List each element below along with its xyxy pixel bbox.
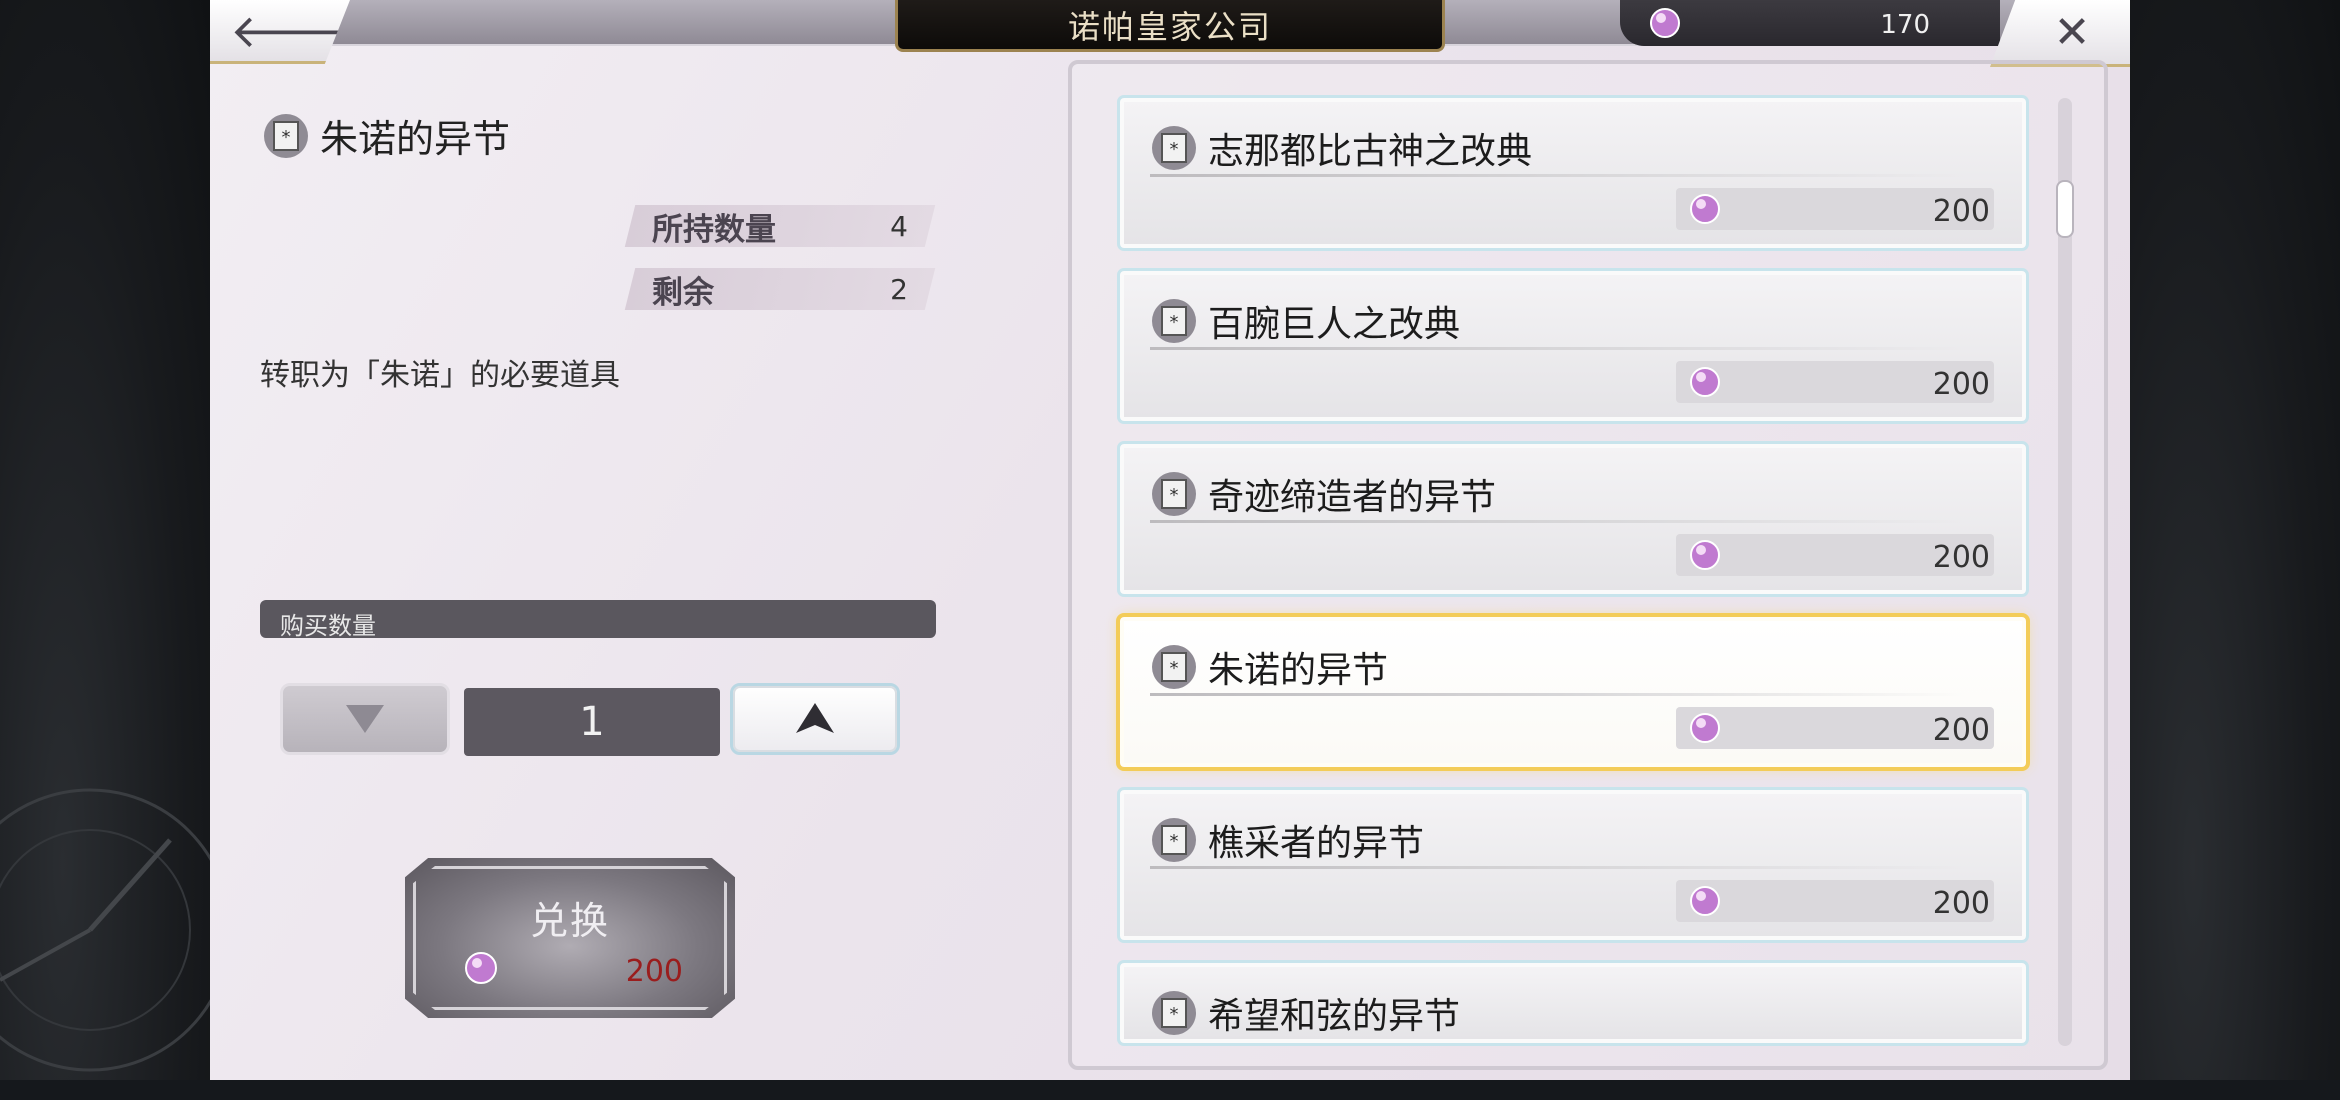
item-price: 200 bbox=[1676, 880, 1994, 922]
list-item-selected[interactable]: * 朱诺的异节 200 bbox=[1116, 613, 2030, 771]
svg-text:*: * bbox=[1170, 485, 1179, 506]
background-right bbox=[2130, 0, 2340, 1080]
item-price-value: 200 bbox=[1932, 367, 1990, 402]
list-item[interactable]: * 奇迹缔造者的异节 200 bbox=[1117, 441, 2029, 597]
item-price: 200 bbox=[1676, 361, 1994, 403]
back-arrow-icon: 🡐 bbox=[230, 3, 354, 58]
gem-icon bbox=[1690, 194, 1720, 224]
divider bbox=[1150, 520, 1966, 523]
item-price: 200 bbox=[1676, 188, 1994, 230]
item-price-value: 200 bbox=[1932, 194, 1990, 229]
item-name: 希望和弦的异节 bbox=[1208, 996, 1461, 1037]
book-icon: * bbox=[264, 113, 308, 158]
exchange-button[interactable]: 兑换 200 bbox=[405, 858, 735, 1018]
chevron-down-icon bbox=[346, 705, 384, 733]
detail-header: * 朱诺的异节 bbox=[262, 108, 510, 163]
list-item[interactable]: * 希望和弦的异节 bbox=[1117, 960, 2029, 1046]
svg-text:*: * bbox=[1170, 658, 1179, 679]
owned-value: 4 bbox=[890, 209, 908, 243]
currency-display: 170 bbox=[1620, 0, 2000, 46]
item-name: 樵采者的异节 bbox=[1208, 823, 1425, 864]
item-name: 志那都比古神之改典 bbox=[1208, 131, 1533, 172]
gem-icon bbox=[1690, 713, 1720, 743]
book-icon: * bbox=[1152, 299, 1196, 343]
divider bbox=[1150, 174, 1966, 177]
owned-stat: 所持数量 4 bbox=[624, 205, 936, 248]
exchange-label: 兑换 bbox=[529, 899, 610, 943]
shop-panel: 🡐 诺帕皇家公司 170 ✕ * 朱诺的异节 所持数量 4 剩余 2 转职为「朱… bbox=[210, 0, 2130, 1080]
gem-icon bbox=[1690, 540, 1720, 570]
book-icon: * bbox=[1152, 472, 1196, 516]
book-icon: * bbox=[1152, 126, 1196, 170]
list-item[interactable]: * 志那都比古神之改典 200 bbox=[1117, 95, 2029, 251]
gem-icon bbox=[1690, 886, 1720, 916]
remain-label: 剩余 bbox=[652, 274, 714, 311]
divider bbox=[1150, 347, 1966, 350]
item-name: 奇迹缔造者的异节 bbox=[1208, 477, 1497, 518]
item-description: 转职为「朱诺」的必要道具 bbox=[260, 358, 620, 393]
gem-icon bbox=[465, 952, 497, 984]
item-price: 200 bbox=[1676, 534, 1994, 576]
divider bbox=[1150, 1039, 1966, 1042]
book-icon: * bbox=[1152, 818, 1196, 862]
clock-decoration-icon bbox=[0, 788, 232, 1072]
page-title: 诺帕皇家公司 bbox=[1067, 7, 1272, 46]
increase-quantity-button[interactable] bbox=[730, 683, 900, 755]
item-price: 200 bbox=[1676, 707, 1994, 749]
remain-value: 2 bbox=[890, 272, 908, 306]
scrollbar-track[interactable] bbox=[2058, 98, 2072, 1046]
svg-text:*: * bbox=[1170, 831, 1179, 852]
chevron-up-icon bbox=[796, 703, 834, 733]
item-price-value: 200 bbox=[1932, 540, 1990, 575]
list-item[interactable]: * 樵采者的异节 200 bbox=[1117, 787, 2029, 943]
gem-icon bbox=[1690, 367, 1720, 397]
item-price-value: 200 bbox=[1932, 713, 1990, 748]
background-left bbox=[0, 0, 232, 1080]
remain-stat: 剩余 2 bbox=[624, 268, 936, 311]
currency-amount: 170 bbox=[1880, 10, 1930, 40]
book-icon: * bbox=[1152, 645, 1196, 689]
decrease-quantity-button[interactable] bbox=[280, 683, 450, 755]
scrollbar-thumb[interactable] bbox=[2056, 180, 2074, 238]
quantity-field[interactable]: 1 bbox=[464, 688, 720, 756]
book-icon: * bbox=[1152, 991, 1196, 1035]
exchange-price: 200 bbox=[625, 954, 683, 989]
svg-text:*: * bbox=[1170, 312, 1179, 333]
svg-text:*: * bbox=[282, 127, 291, 148]
page-title-plate: 诺帕皇家公司 bbox=[895, 0, 1445, 52]
close-icon: ✕ bbox=[2053, 6, 2091, 58]
item-name: 朱诺的异节 bbox=[1208, 650, 1389, 691]
item-name: 百腕巨人之改典 bbox=[1208, 304, 1461, 345]
svg-text:*: * bbox=[1170, 1004, 1179, 1025]
quantity-value: 1 bbox=[579, 699, 605, 745]
divider bbox=[1150, 693, 1966, 696]
back-button[interactable]: 🡐 bbox=[210, 0, 350, 64]
list-item[interactable]: * 百腕巨人之改典 200 bbox=[1117, 268, 2029, 424]
quantity-label: 购买数量 bbox=[280, 612, 376, 640]
divider bbox=[1150, 866, 1966, 869]
owned-label: 所持数量 bbox=[652, 211, 776, 248]
svg-text:*: * bbox=[1170, 139, 1179, 160]
detail-item-name: 朱诺的异节 bbox=[320, 117, 511, 161]
quantity-header: 购买数量 bbox=[260, 600, 936, 640]
gem-icon bbox=[1650, 8, 1680, 38]
item-price-value: 200 bbox=[1932, 886, 1990, 921]
